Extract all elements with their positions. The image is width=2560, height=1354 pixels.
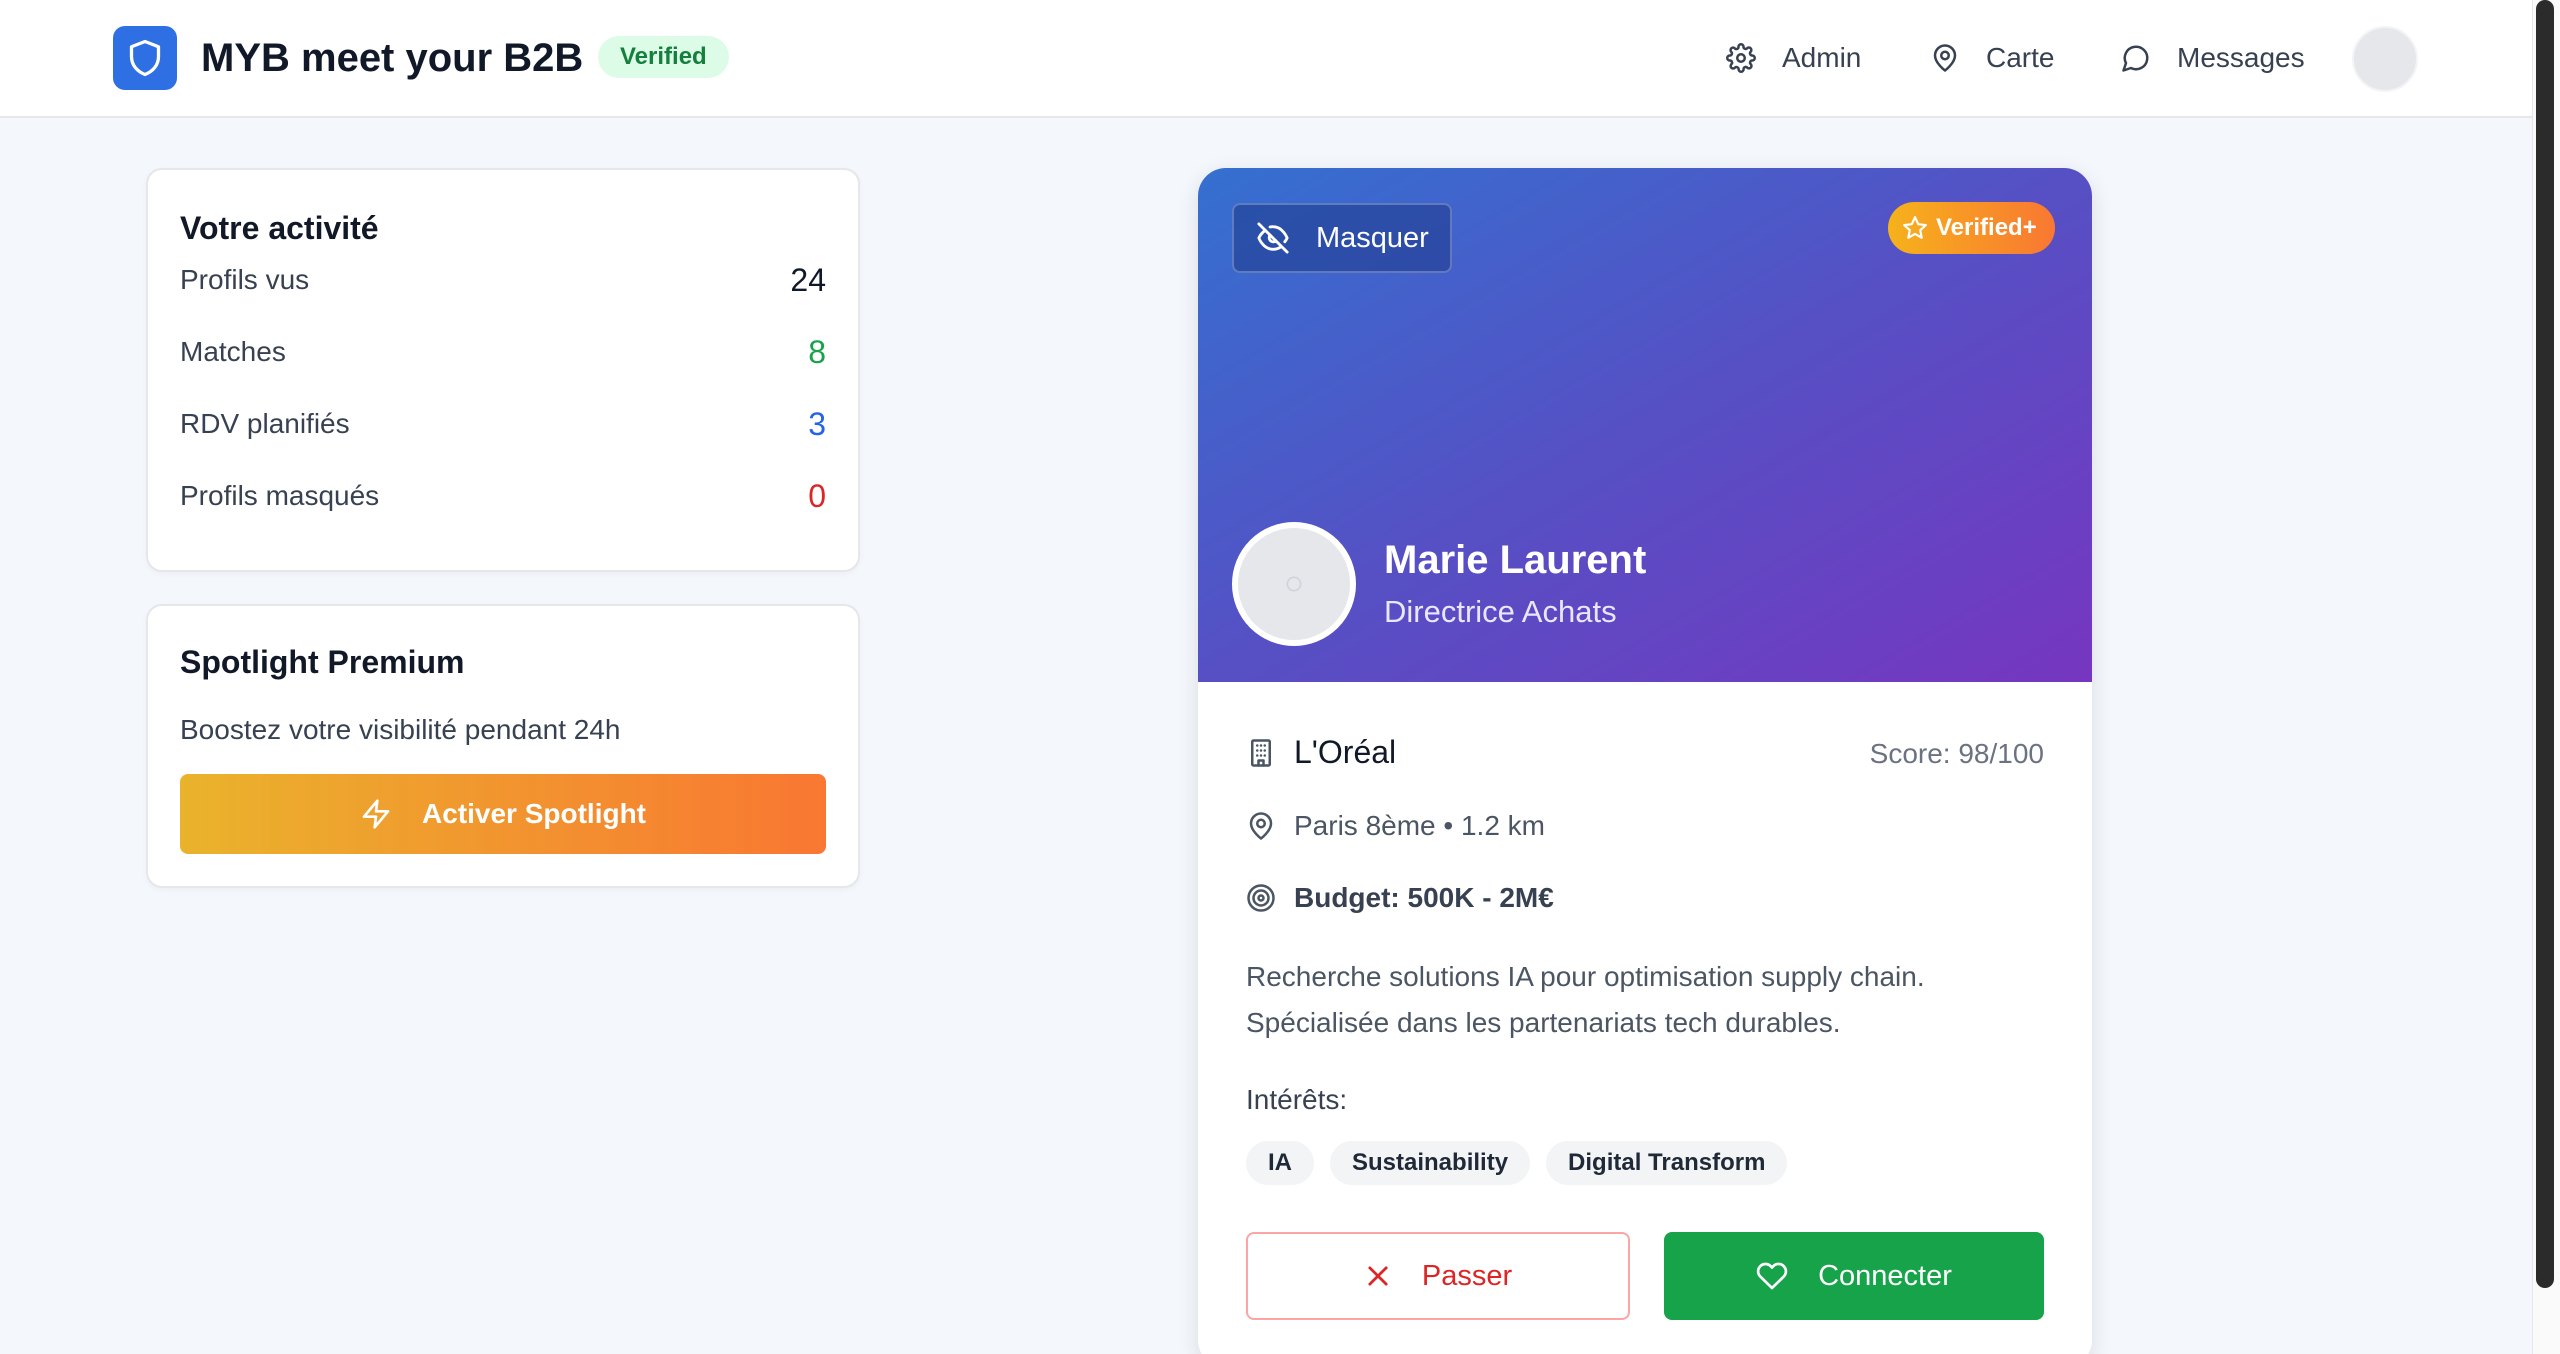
gear-icon [1726,43,1756,73]
budget-text: Budget: 500K - 2M€ [1294,882,1554,913]
hide-profile-label: Masquer [1316,221,1429,254]
nav-messages-label: Messages [2177,42,2305,73]
nav-admin[interactable]: Admin [1726,34,1861,82]
lightning-icon [362,799,390,829]
top-header: MYB meet your B2B Verified Admin Carte M… [0,0,2532,118]
pass-label: Passer [1421,1259,1513,1292]
company-row: L'Oréal [1246,734,1396,771]
nav-carte[interactable]: Carte [1930,34,2054,82]
eye-off-icon [1257,222,1289,254]
heart-icon [1756,1262,1788,1290]
spotlight-card: Spotlight Premium Boostez votre visibili… [146,604,860,888]
budget-row: Budget: 500K - 2M€ [1246,882,1554,914]
activate-spotlight-label: Activer Spotlight [421,798,646,829]
connect-button[interactable]: Connecter [1664,1232,2044,1320]
profile-role: Directrice Achats [1384,594,1617,629]
stat-row-meetings: RDV planifiés 3 [180,404,826,444]
pass-button[interactable]: Passer [1246,1232,1630,1320]
stat-value: 3 [808,405,826,442]
interest-tag: IA [1246,1141,1314,1185]
message-circle-icon [2122,45,2149,72]
stat-label: RDV planifiés [180,408,350,439]
hide-profile-button[interactable]: Masquer [1232,203,1452,273]
profile-card: Masquer Verified+ Marie Laurent Directri… [1198,168,2092,1354]
app-title: MYB meet your B2B [201,36,584,80]
stat-label: Profils vus [180,264,310,295]
target-icon [1247,884,1275,912]
spotlight-title: Spotlight Premium [180,644,465,680]
profile-description: Recherche solutions IA pour optimisation… [1246,961,1925,1038]
interest-tag: Sustainability [1330,1141,1531,1185]
image-placeholder-icon [1286,576,1302,592]
location-row: Paris 8ème • 1.2 km [1246,810,1545,842]
interests-label: Intérêts: [1246,1084,1348,1115]
nav-messages[interactable]: Messages [2121,34,2305,82]
activity-card: Votre activité Profils vus 24 Matches 8 … [146,168,860,572]
stat-value: 0 [808,477,826,514]
page-scrollbar-thumb[interactable] [2536,0,2554,1288]
profile-avatar [1232,522,1356,646]
building-icon [1251,738,1271,767]
stat-label: Matches [180,336,286,367]
stat-value: 8 [808,333,826,370]
star-icon [1903,216,1927,239]
location-text: Paris 8ème • 1.2 km [1294,810,1546,841]
verified-plus-badge: Verified+ [1888,202,2055,254]
nav-admin-label: Admin [1782,42,1862,73]
activate-spotlight-button[interactable]: Activer Spotlight [180,774,826,854]
close-icon [1368,1266,1388,1286]
stat-value: 24 [790,261,826,298]
spotlight-description: Boostez votre visibilité pendant 24h [180,714,621,745]
map-pin-icon [1249,812,1273,840]
match-score: Score: 98/100 [1869,738,2044,769]
profile-name: Marie Laurent [1384,538,1647,582]
company-name: L'Oréal [1294,734,1397,770]
stat-row-hidden-profiles: Profils masqués 0 [180,476,826,516]
interest-tag: Digital Transform [1546,1141,1788,1185]
nav-carte-label: Carte [1986,42,2055,73]
connect-label: Connecter [1818,1259,1952,1292]
activity-title: Votre activité [180,210,379,246]
verified-plus-label: Verified+ [1936,214,2037,241]
verified-badge: Verified [598,36,729,78]
interest-tags: IA Sustainability Digital Transform [1246,1141,1803,1185]
stat-row-matches: Matches 8 [180,332,826,372]
user-avatar[interactable] [2352,26,2418,92]
map-pin-icon [1933,44,1957,72]
profile-hero: Masquer Verified+ Marie Laurent Directri… [1198,168,2092,682]
stat-row-profiles-viewed: Profils vus 24 [180,260,826,300]
shield-logo-icon[interactable] [113,26,177,90]
stat-label: Profils masqués [180,480,380,511]
